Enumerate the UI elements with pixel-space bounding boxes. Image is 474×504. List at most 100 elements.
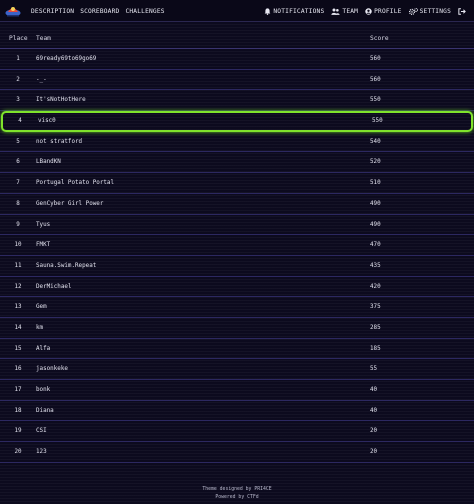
row-team-link[interactable]: Tyus xyxy=(36,222,50,228)
nav-notifications[interactable]: NOTIFICATIONS xyxy=(264,8,324,15)
nav-team-label: TEAM xyxy=(342,7,359,15)
nav-user-menu: NOTIFICATIONS TEAM PROFILE SETTINGS xyxy=(257,0,468,22)
row-score: 550 xyxy=(372,118,383,125)
row-score: 185 xyxy=(370,345,381,352)
row-place: 12 xyxy=(14,283,22,290)
row-score: 560 xyxy=(370,76,381,83)
nav-team[interactable]: TEAM xyxy=(331,8,358,15)
row-team-link[interactable]: not stratford xyxy=(36,139,82,145)
row-place: 2 xyxy=(16,76,20,83)
row-score: 490 xyxy=(370,221,381,228)
row-place: 8 xyxy=(16,200,20,207)
table-row: 13 Gem 375 xyxy=(0,297,474,318)
row-place: 4 xyxy=(18,118,22,125)
nav-logout[interactable] xyxy=(458,7,468,15)
row-score: 375 xyxy=(370,304,381,311)
row-place: 6 xyxy=(16,159,20,166)
table-row: 11 Sauna.Swim.Repeat 435 xyxy=(0,256,474,277)
table-row: 3 It'sNotHotHere 550 xyxy=(0,90,474,112)
row-team-link[interactable]: 123 xyxy=(36,449,47,455)
user-circle-icon xyxy=(365,7,372,15)
row-score: 550 xyxy=(370,97,381,104)
table-row: 15 Alfa 185 xyxy=(0,339,474,360)
row-place: 16 xyxy=(14,366,22,373)
table-row: 19 CSI 20 xyxy=(0,421,474,443)
nav-links: DESCRIPTION SCOREBOARD CHALLENGES xyxy=(31,0,171,22)
row-score: 55 xyxy=(370,366,378,373)
nav-description-link[interactable]: DESCRIPTION xyxy=(31,8,74,15)
row-place: 9 xyxy=(16,221,20,228)
footer-powered-by: Powered by CTFd xyxy=(215,495,259,500)
table-row: 4 visc0 550 xyxy=(1,111,473,132)
row-score: 20 xyxy=(370,449,378,456)
table-row: 5 not stratford 540 xyxy=(0,132,474,153)
row-place: 11 xyxy=(14,262,22,269)
row-score: 520 xyxy=(370,159,381,166)
row-team-link[interactable]: 69ready69to69go69 xyxy=(36,56,96,62)
header-score: Score xyxy=(370,35,389,42)
logout-icon xyxy=(458,7,466,15)
table-body: 1 69ready69to69go69 560 2 -_- 560 3 It'sNotHotH… xyxy=(0,49,474,463)
header-place: Place xyxy=(9,35,28,42)
row-score: 20 xyxy=(370,428,378,435)
table-row: 12 DerMichael 420 xyxy=(0,277,474,298)
row-team-link[interactable]: It'sNotHotHere xyxy=(36,97,86,103)
table-row: 16 jasonkeke 55 xyxy=(0,359,474,380)
nav-challenges-link[interactable]: CHALLENGES xyxy=(125,8,164,15)
row-place: 15 xyxy=(14,345,22,352)
table-row: 9 Tyus 490 xyxy=(0,215,474,236)
nav-profile[interactable]: PROFILE xyxy=(365,8,401,15)
table-row: 1 69ready69to69go69 560 xyxy=(0,49,474,70)
row-place: 19 xyxy=(14,428,22,435)
row-team-link[interactable]: CSI xyxy=(36,428,47,434)
nav-profile-label: PROFILE xyxy=(374,7,402,15)
row-score: 490 xyxy=(370,200,381,207)
table-row: 6 LBandKN 520 xyxy=(0,152,474,174)
row-team-link[interactable]: Alfa xyxy=(36,346,50,352)
row-team-link[interactable]: visc0 xyxy=(38,118,56,124)
row-score: 40 xyxy=(370,407,378,414)
table-row: 20 123 20 xyxy=(0,442,474,463)
table-row: 14 km 285 xyxy=(0,318,474,339)
row-place: 7 xyxy=(16,180,20,187)
table-row: 7 Portugal Potato Portal 510 xyxy=(0,173,474,194)
row-score: 435 xyxy=(370,262,381,269)
footer: Theme designed by PRI4CE Powered by CTFd xyxy=(0,486,474,502)
row-place: 17 xyxy=(14,387,22,393)
row-team-link[interactable]: -_- xyxy=(36,77,47,83)
row-place: 10 xyxy=(14,242,22,249)
row-score: 40 xyxy=(370,387,378,393)
row-team-link[interactable]: GenCyber Girl Power xyxy=(36,201,103,207)
row-score: 510 xyxy=(370,180,381,187)
row-team-link[interactable]: Diana xyxy=(36,408,54,414)
row-team-link[interactable]: jasonkeke xyxy=(36,366,68,372)
table-row: 18 Diana 40 xyxy=(0,401,474,422)
row-score: 470 xyxy=(370,242,381,249)
row-score: 560 xyxy=(370,56,381,62)
footer-theme-credit: Theme designed by PRI4CE xyxy=(202,487,272,492)
header-team: Team xyxy=(36,35,51,42)
table-row: 10 FMKT 470 xyxy=(0,235,474,256)
nav-settings[interactable]: SETTINGS xyxy=(408,7,451,15)
row-place: 1 xyxy=(16,56,20,62)
scoreboard-table: Place Team Score 1 69ready69to69go69 560 2 -… xyxy=(0,29,474,463)
nav-notifications-label: NOTIFICATIONS xyxy=(273,7,325,15)
row-team-link[interactable]: Sauna.Swim.Repeat xyxy=(36,263,96,269)
row-place: 3 xyxy=(16,97,20,104)
site-logo[interactable] xyxy=(5,3,21,18)
row-place: 20 xyxy=(14,449,22,456)
row-team-link[interactable]: DerMichael xyxy=(36,284,71,290)
row-team-link[interactable]: FMKT xyxy=(36,242,50,248)
row-team-link[interactable]: km xyxy=(36,325,43,331)
table-row: 17 bonk 40 xyxy=(0,380,474,401)
row-team-link[interactable]: LBandKN xyxy=(36,159,61,165)
gears-icon xyxy=(408,7,418,15)
row-score: 285 xyxy=(370,324,381,331)
row-place: 13 xyxy=(14,304,22,311)
row-place: 14 xyxy=(14,324,22,331)
row-team-link[interactable]: Portugal Potato Portal xyxy=(36,180,114,186)
row-team-link[interactable]: bonk xyxy=(36,387,50,393)
nav-settings-label: SETTINGS xyxy=(419,7,451,15)
nav-scoreboard-link[interactable]: SCOREBOARD xyxy=(80,8,119,15)
row-team-link[interactable]: Gem xyxy=(36,304,47,310)
